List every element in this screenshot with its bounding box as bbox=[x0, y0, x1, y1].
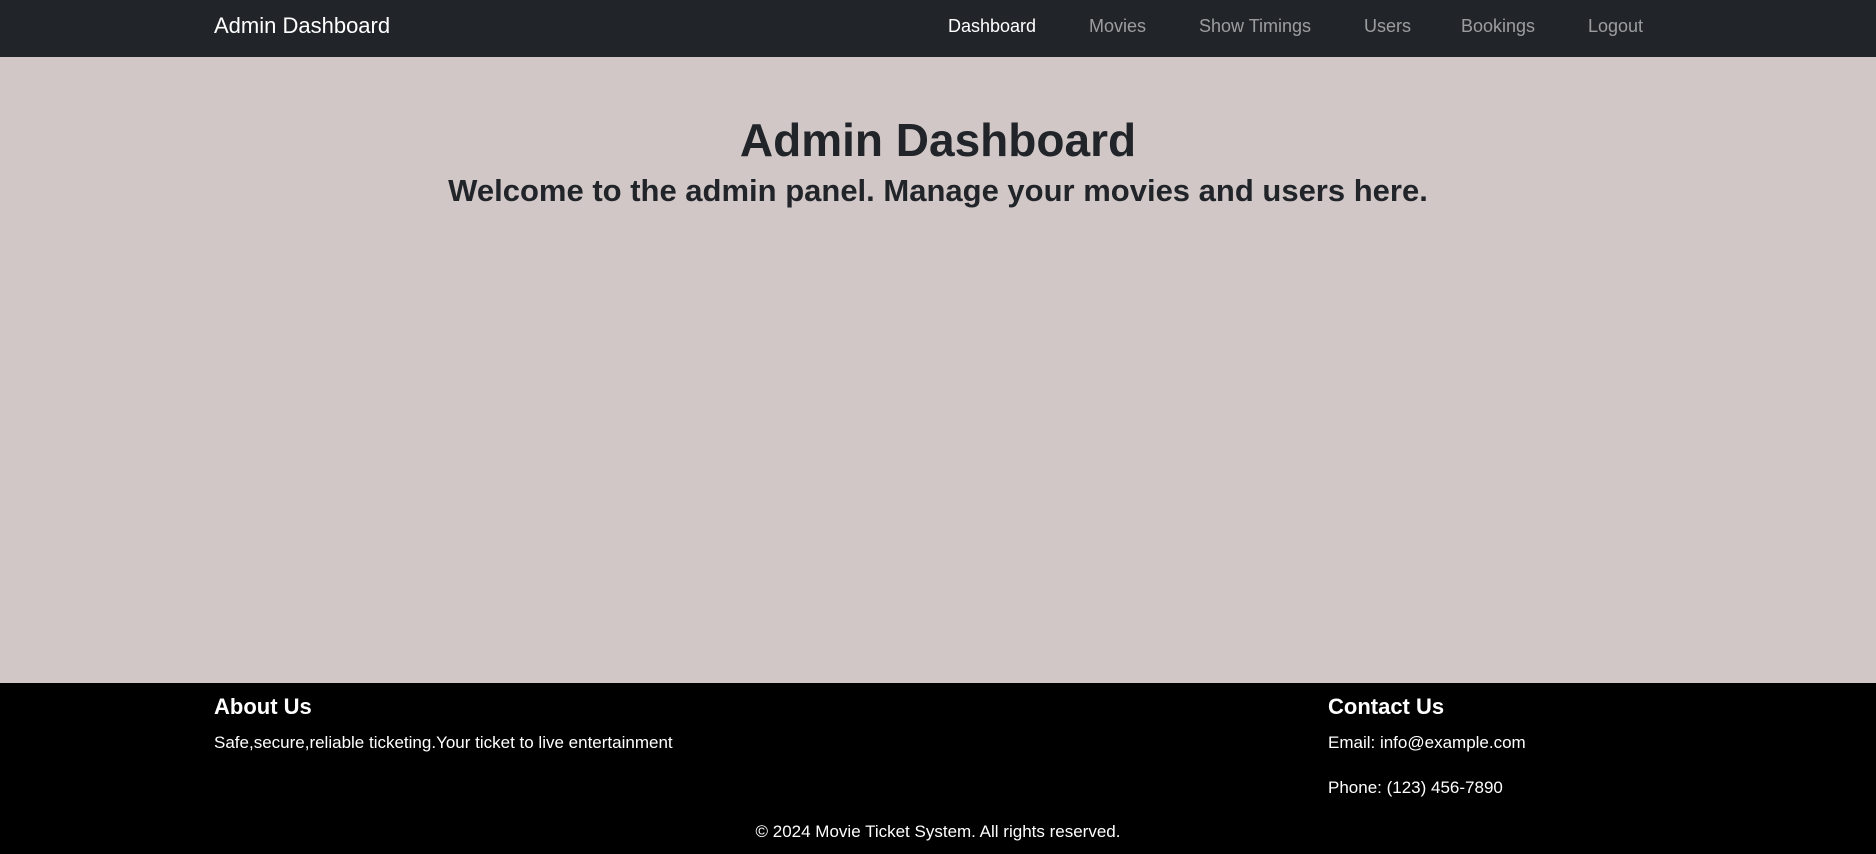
about-us-heading: About Us bbox=[214, 694, 312, 719]
nav-link-users[interactable]: Users bbox=[1364, 14, 1411, 38]
page-title: Admin Dashboard bbox=[739, 114, 1137, 166]
about-us-text: Safe,secure,reliable ticketing.Your tick… bbox=[214, 733, 673, 752]
page-footer: About Us Safe,secure,reliable ticketing.… bbox=[0, 683, 1876, 854]
contact-us-heading: Contact Us bbox=[1328, 694, 1445, 719]
nav-link-dashboard[interactable]: Dashboard bbox=[948, 14, 1036, 38]
copyright-text: © 2024 Movie Ticket System. All rights r… bbox=[755, 822, 1121, 841]
page-subtitle: Welcome to the admin panel. Manage your … bbox=[448, 173, 1428, 208]
contact-phone: Phone: (123) 456-7890 bbox=[1328, 778, 1503, 797]
contact-email: Email: info@example.com bbox=[1328, 733, 1526, 752]
top-navbar: Admin Dashboard Dashboard Movies Show Ti… bbox=[0, 0, 1876, 57]
main-content: Admin Dashboard Welcome to the admin pan… bbox=[0, 57, 1876, 683]
nav-link-movies[interactable]: Movies bbox=[1089, 14, 1146, 38]
nav-link-show-timings[interactable]: Show Timings bbox=[1199, 14, 1311, 38]
nav-links: Dashboard Movies Show Timings Users Book… bbox=[0, 0, 1876, 57]
nav-link-logout[interactable]: Logout bbox=[1588, 14, 1643, 38]
nav-link-bookings[interactable]: Bookings bbox=[1461, 14, 1535, 38]
